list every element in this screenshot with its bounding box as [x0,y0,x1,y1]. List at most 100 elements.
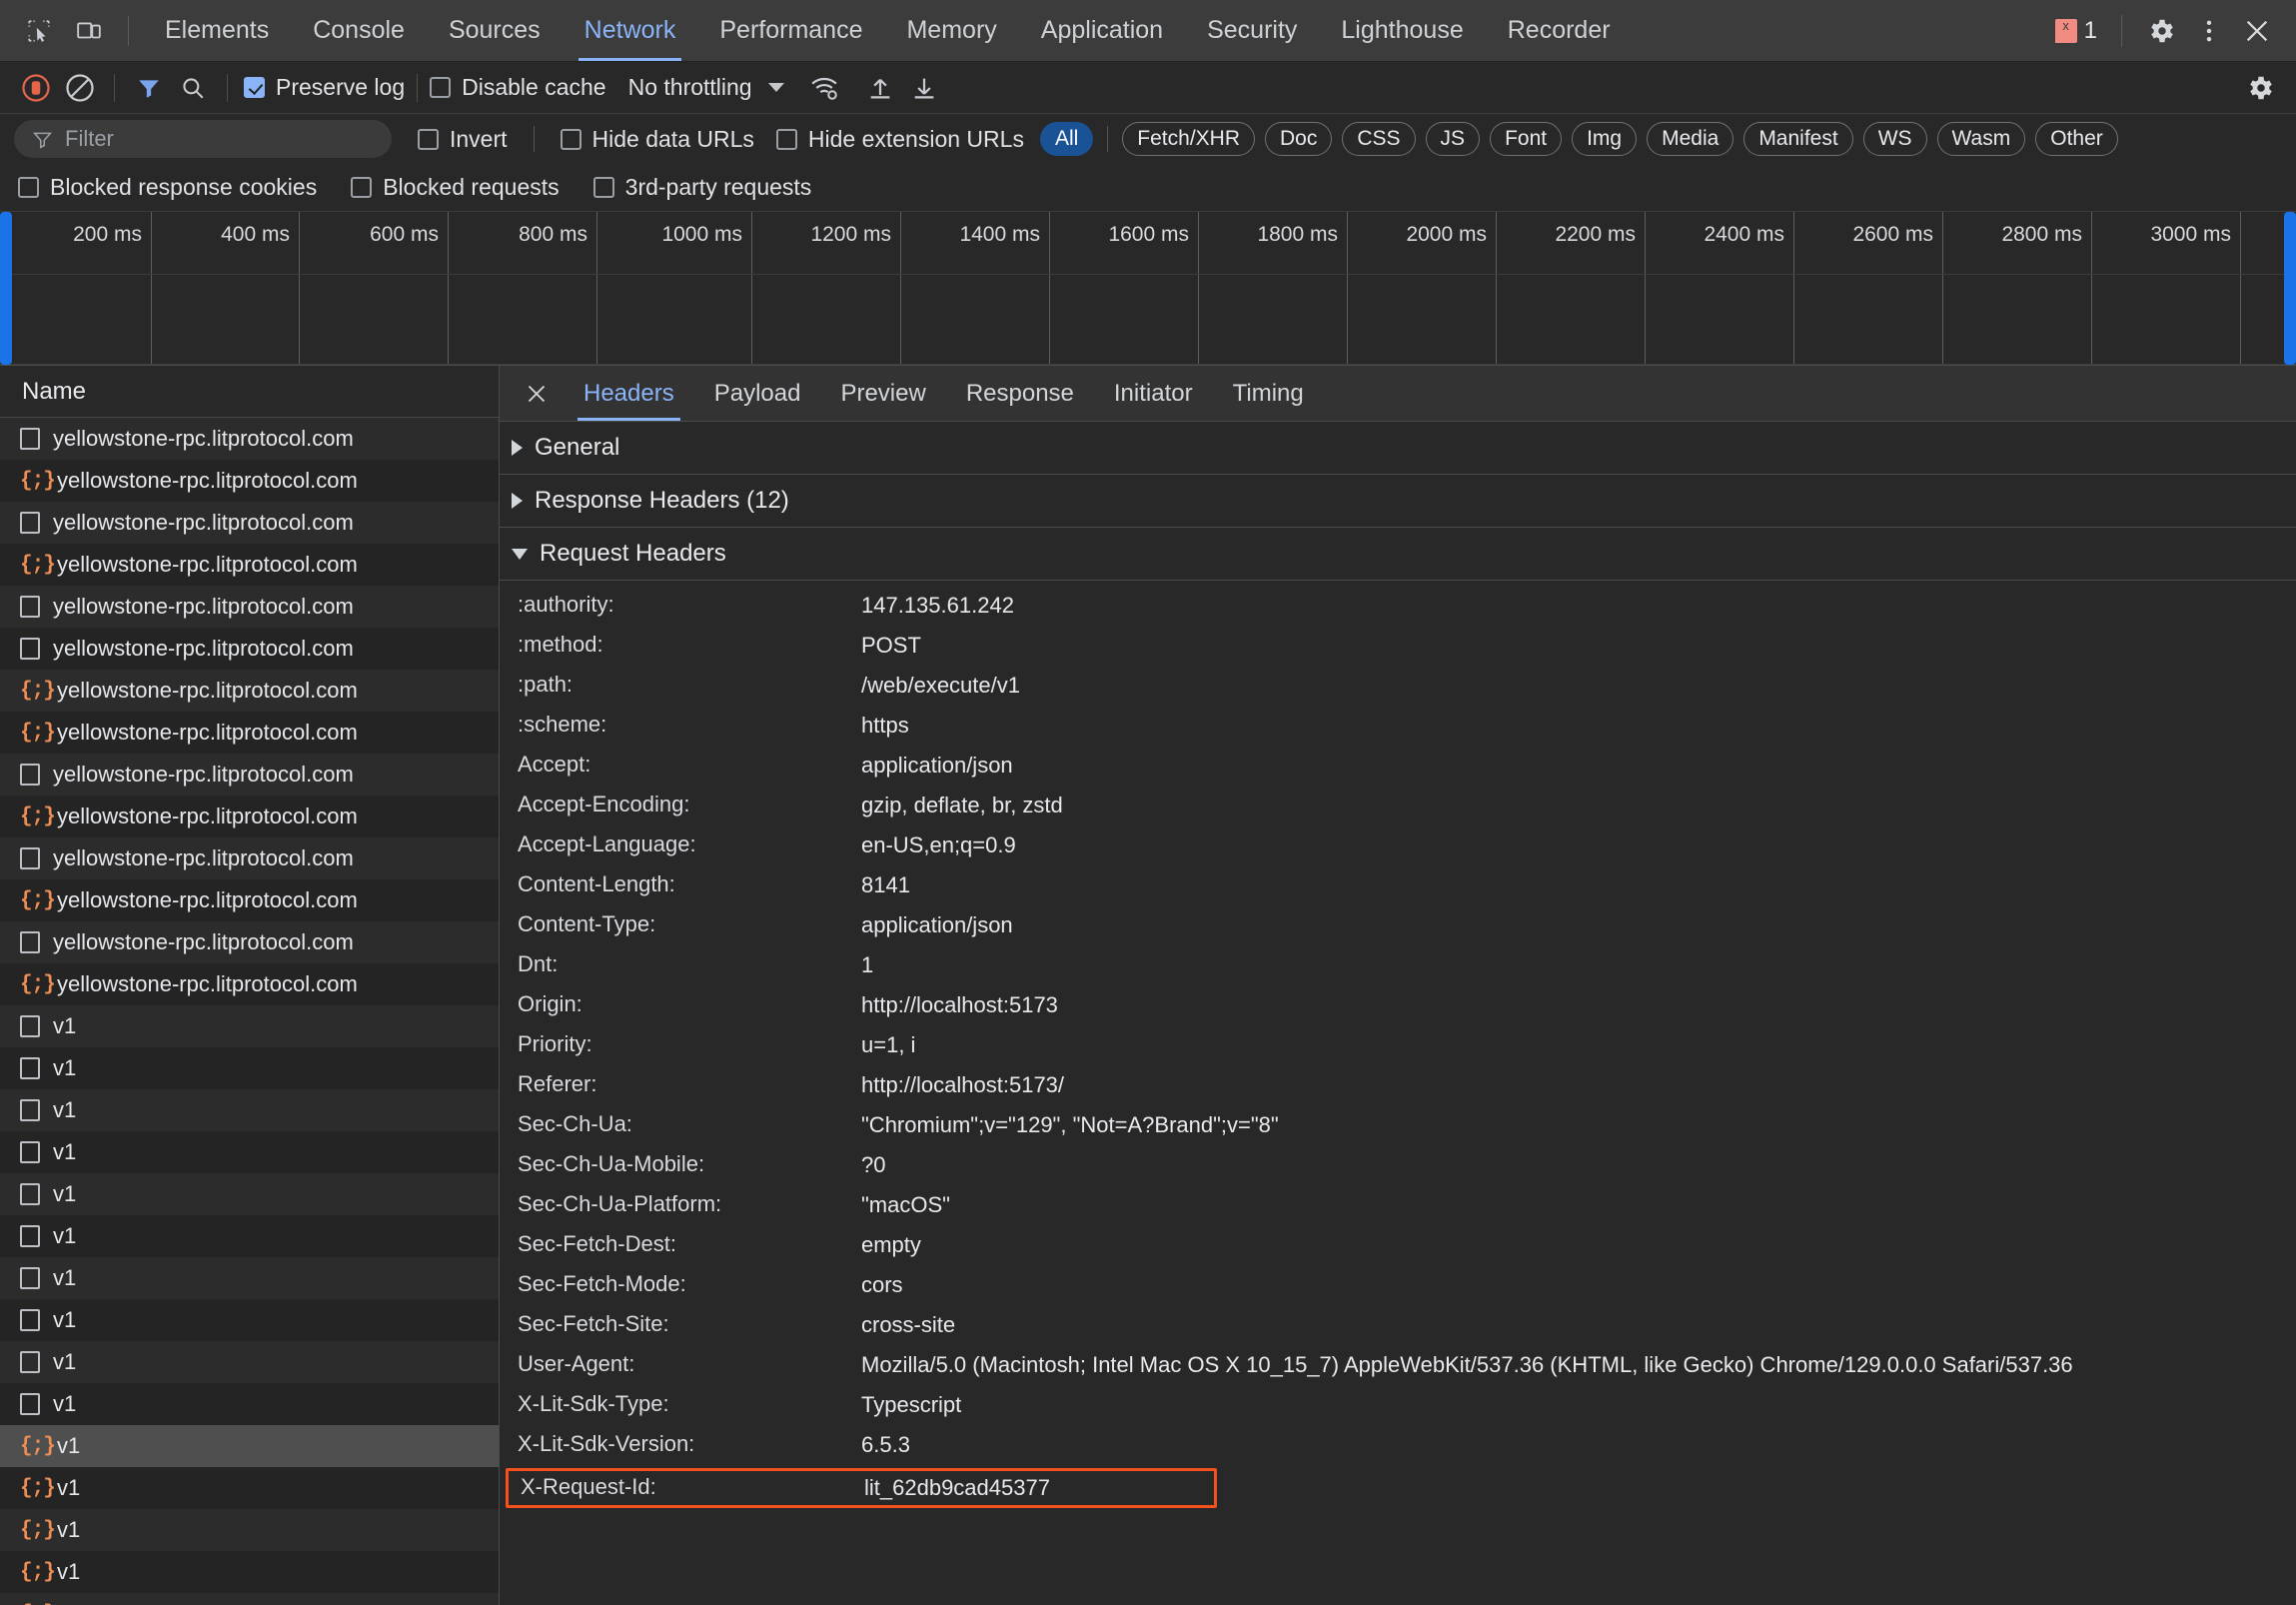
chip-img[interactable]: Img [1572,122,1638,156]
tab-network[interactable]: Network [563,0,698,61]
header-row[interactable]: Sec-Ch-Ua: "Chromium";v="129", "Not=A?Bra… [500,1108,2296,1148]
header-row[interactable]: Sec-Ch-Ua-Platform: "macOS" [500,1188,2296,1228]
table-row[interactable]: v1 [0,1089,499,1131]
table-row[interactable]: {;} yellowstone-rpc.litprotocol.com [0,879,499,921]
chip-other[interactable]: Other [2035,122,2118,156]
table-row[interactable]: {;} yellowstone-rpc.litprotocol.com [0,670,499,712]
table-row[interactable]: yellowstone-rpc.litprotocol.com [0,418,499,460]
request-list-header[interactable]: Name [0,366,499,418]
tab-performance[interactable]: Performance [697,0,884,61]
disable-cache-checkbox[interactable]: Disable cache [430,74,606,101]
table-row[interactable]: v1 [0,1173,499,1215]
network-settings-gear-icon[interactable] [2238,68,2282,108]
table-row[interactable]: yellowstone-rpc.litprotocol.com [0,837,499,879]
hide-data-urls-checkbox[interactable]: Hide data URLs [560,126,754,153]
section-request-headers[interactable]: Request Headers [500,528,2296,581]
chip-wasm[interactable]: Wasm [1936,122,2026,156]
table-row[interactable]: v1 [0,1215,499,1257]
header-row[interactable]: X-Lit-Sdk-Type: Typescript [500,1388,2296,1428]
tab-console[interactable]: Console [291,0,427,61]
tab-application[interactable]: Application [1019,0,1185,61]
header-row-highlighted[interactable]: X-Request-Id: lit_62db9cad45377 [506,1468,1217,1509]
request-rows[interactable]: yellowstone-rpc.litprotocol.com {;} yellow… [0,418,499,1605]
settings-gear-icon[interactable] [2138,8,2184,54]
header-row[interactable]: Priority: u=1, i [500,1028,2296,1068]
tab-timing[interactable]: Timing [1213,366,1324,421]
table-row[interactable]: v1 [0,1341,499,1383]
table-row[interactable]: {;}v1 [0,1593,499,1605]
tab-sources[interactable]: Sources [427,0,563,61]
table-row[interactable]: yellowstone-rpc.litprotocol.com [0,586,499,628]
table-row[interactable]: {;}v1 [0,1509,499,1551]
search-input[interactable]: Filter [14,120,392,158]
header-row[interactable]: Content-Length: 8141 [500,868,2296,908]
table-row[interactable]: yellowstone-rpc.litprotocol.com [0,628,499,670]
table-row[interactable]: {;} yellowstone-rpc.litprotocol.com [0,796,499,837]
header-row[interactable]: Sec-Fetch-Site: cross-site [500,1308,2296,1348]
tab-elements[interactable]: Elements [143,0,291,61]
table-row[interactable]: v1 [0,1257,499,1299]
chip-css[interactable]: CSS [1342,122,1416,156]
chip-media[interactable]: Media [1647,122,1734,156]
header-row[interactable]: X-Lit-Sdk-Version: 6.5.3 [500,1428,2296,1468]
tab-initiator[interactable]: Initiator [1094,366,1213,421]
table-row[interactable]: {;} yellowstone-rpc.litprotocol.com [0,963,499,1005]
chip-all[interactable]: All [1039,122,1094,156]
filter-toggle-icon[interactable] [127,68,171,108]
tab-preview[interactable]: Preview [820,366,945,421]
tab-headers[interactable]: Headers [564,366,694,421]
section-general[interactable]: General [500,422,2296,475]
hide-extension-urls-checkbox[interactable]: Hide extension URLs [775,126,1024,153]
preserve-log-checkbox[interactable]: Preserve log [244,74,405,101]
invert-checkbox[interactable]: Invert [418,126,508,153]
table-row[interactable]: {;} yellowstone-rpc.litprotocol.com [0,460,499,502]
header-row[interactable]: Origin: http://localhost:5173 [500,988,2296,1028]
network-overview-timeline[interactable]: 200 ms 400 ms 600 ms 800 ms 1000 ms 1200… [0,212,2296,366]
search-icon[interactable] [171,68,215,108]
close-devtools-icon[interactable] [2234,8,2280,54]
table-row[interactable]: {;}v1 [0,1551,499,1593]
tab-lighthouse[interactable]: Lighthouse [1319,0,1485,61]
chip-fetch-xhr[interactable]: Fetch/XHR [1122,122,1255,156]
overview-selection-handle-left[interactable] [0,212,12,365]
table-row[interactable]: {;}v1 [0,1467,499,1509]
table-row[interactable]: {;}v1 [0,1425,499,1467]
table-row[interactable]: v1 [0,1131,499,1173]
record-button[interactable] [14,68,58,108]
more-options-icon[interactable] [2186,8,2232,54]
table-row[interactable]: v1 [0,1047,499,1089]
error-badge[interactable]: x 1 [2054,17,2097,45]
import-har-icon[interactable] [858,68,902,108]
table-row[interactable]: yellowstone-rpc.litprotocol.com [0,921,499,963]
table-row[interactable]: {;} yellowstone-rpc.litprotocol.com [0,712,499,754]
tab-response[interactable]: Response [946,366,1094,421]
tab-security[interactable]: Security [1185,0,1319,61]
overview-selection-handle-right[interactable] [2284,212,2296,365]
header-row[interactable]: Accept: application/json [500,749,2296,789]
network-conditions-icon[interactable] [802,68,846,108]
header-row[interactable]: User-Agent: Mozilla/5.0 (Macintosh; Intel… [500,1348,2296,1388]
table-row[interactable]: yellowstone-rpc.litprotocol.com [0,502,499,544]
chip-js[interactable]: JS [1425,122,1481,156]
chip-doc[interactable]: Doc [1265,122,1333,156]
header-row[interactable]: Accept-Encoding: gzip, deflate, br, zstd [500,789,2296,828]
blocked-response-cookies-checkbox[interactable]: Blocked response cookies [18,174,317,201]
tab-recorder[interactable]: Recorder [1486,0,1633,61]
section-response-headers[interactable]: Response Headers (12) [500,475,2296,528]
chip-manifest[interactable]: Manifest [1743,122,1853,156]
header-row[interactable]: Dnt: 1 [500,948,2296,988]
header-row[interactable]: :authority: 147.135.61.242 [500,589,2296,629]
close-detail-icon[interactable] [510,366,564,421]
chip-ws[interactable]: WS [1862,122,1927,156]
tab-memory[interactable]: Memory [884,0,1018,61]
header-row[interactable]: Content-Type: application/json [500,908,2296,948]
chip-font[interactable]: Font [1490,122,1563,156]
table-row[interactable]: yellowstone-rpc.litprotocol.com [0,754,499,796]
header-row[interactable]: Sec-Ch-Ua-Mobile: ?0 [500,1148,2296,1188]
export-har-icon[interactable] [902,68,946,108]
header-row[interactable]: :path: /web/execute/v1 [500,669,2296,709]
tab-payload[interactable]: Payload [694,366,821,421]
table-row[interactable]: v1 [0,1299,499,1341]
header-row[interactable]: Referer: http://localhost:5173/ [500,1068,2296,1108]
clear-button[interactable] [58,68,102,108]
